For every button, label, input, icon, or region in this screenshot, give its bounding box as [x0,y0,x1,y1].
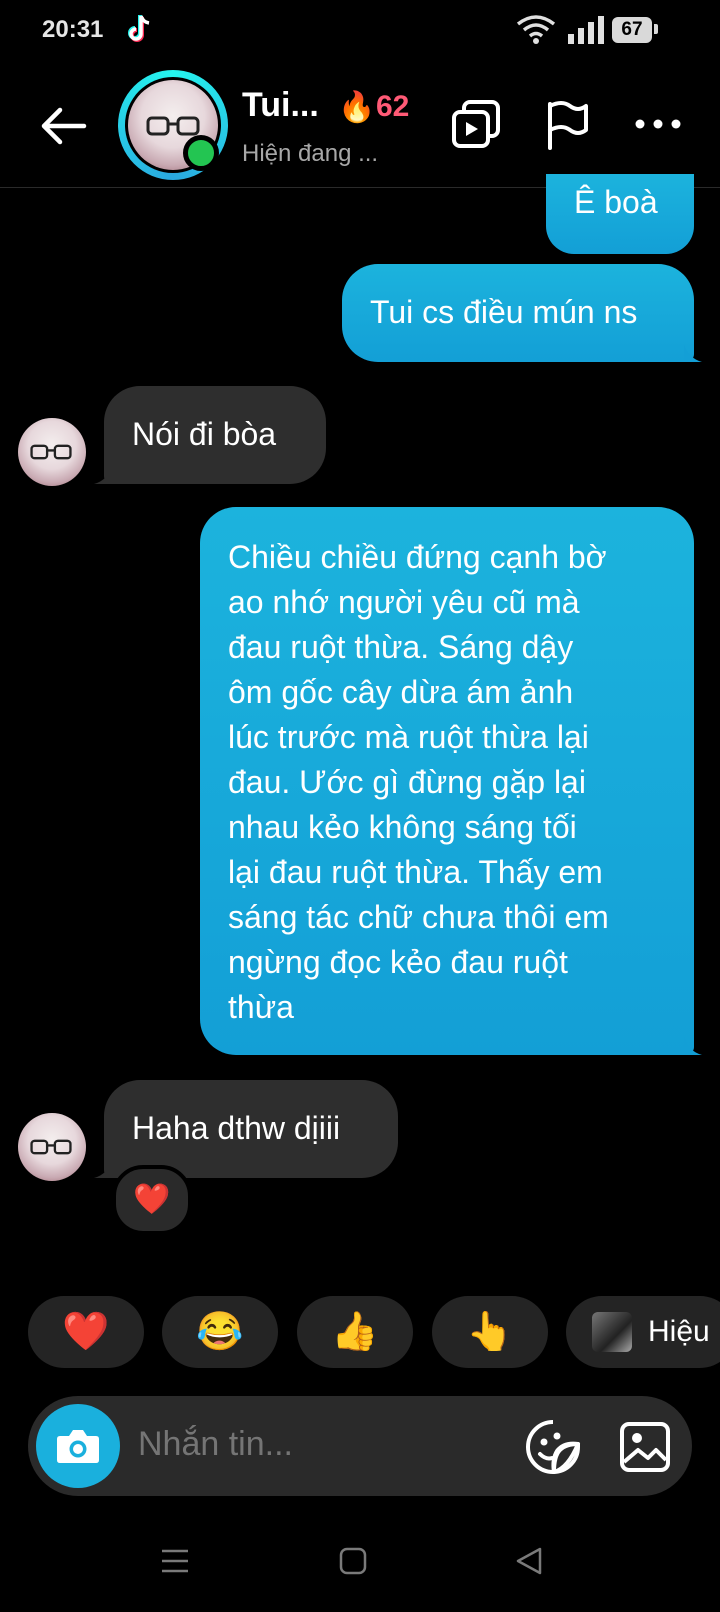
bubble-tail [94,466,112,484]
nav-home-icon[interactable] [338,1546,368,1576]
message-bubble-outgoing[interactable]: Tui cs điều mún ns [342,264,694,362]
back-arrow-icon[interactable] [36,104,92,148]
message-bubble-outgoing[interactable]: Ê boà [546,174,694,254]
wifi-icon [516,15,556,44]
nav-recents-icon[interactable] [160,1546,190,1576]
signal-icon [568,16,604,44]
report-flag-icon[interactable] [542,100,590,150]
quick-reaction-heart[interactable]: ❤️ [28,1296,144,1368]
bubble-tail [94,1160,112,1178]
sender-avatar[interactable] [18,418,86,486]
sticker-label: Hiệu [648,1315,710,1348]
quick-reaction-laugh[interactable]: 😂 [162,1296,278,1368]
sticker-icon[interactable] [524,1418,582,1476]
glasses-icon [30,444,72,460]
message-input[interactable] [136,1424,500,1465]
message-bubble-incoming[interactable]: Nói đi bòa [104,386,326,484]
camera-button[interactable] [36,1404,120,1488]
online-indicator [183,135,219,171]
battery-tip [654,24,658,34]
message-bubble-incoming[interactable]: Haha dthw dịiii [104,1080,398,1178]
bubble-tail [684,344,702,362]
glasses-icon [30,1139,72,1155]
sender-avatar[interactable] [18,1113,86,1181]
sticker-thumbnail [592,1312,632,1352]
status-time: 20:31 [42,16,104,43]
quick-reaction-point-up[interactable]: 👆 [432,1296,548,1368]
message-reaction-heart[interactable]: ❤️ [112,1165,192,1235]
more-options-icon[interactable] [634,112,682,136]
tiktok-icon [128,15,150,42]
battery-indicator: 67 [612,17,652,43]
streak-fire-icon: 🔥 [338,91,376,124]
nav-back-icon[interactable] [514,1546,544,1576]
bubble-tail [684,1037,702,1055]
quick-reaction-sticker[interactable]: Hiệu [566,1296,720,1368]
camera-icon [57,1430,99,1463]
streak-count: 62 [376,90,410,123]
contact-name[interactable]: Tui... [242,86,319,125]
quick-reaction-thumbs-up[interactable]: 👍 [297,1296,413,1368]
message-bubble-outgoing[interactable]: Chiều chiều đứng cạnh bờ ao nhớ người yê… [200,507,694,1055]
glasses-icon [146,116,200,136]
contact-status: Hiện đang ... [242,140,379,167]
gallery-icon[interactable] [616,1418,674,1476]
video-cards-icon[interactable] [450,98,504,150]
